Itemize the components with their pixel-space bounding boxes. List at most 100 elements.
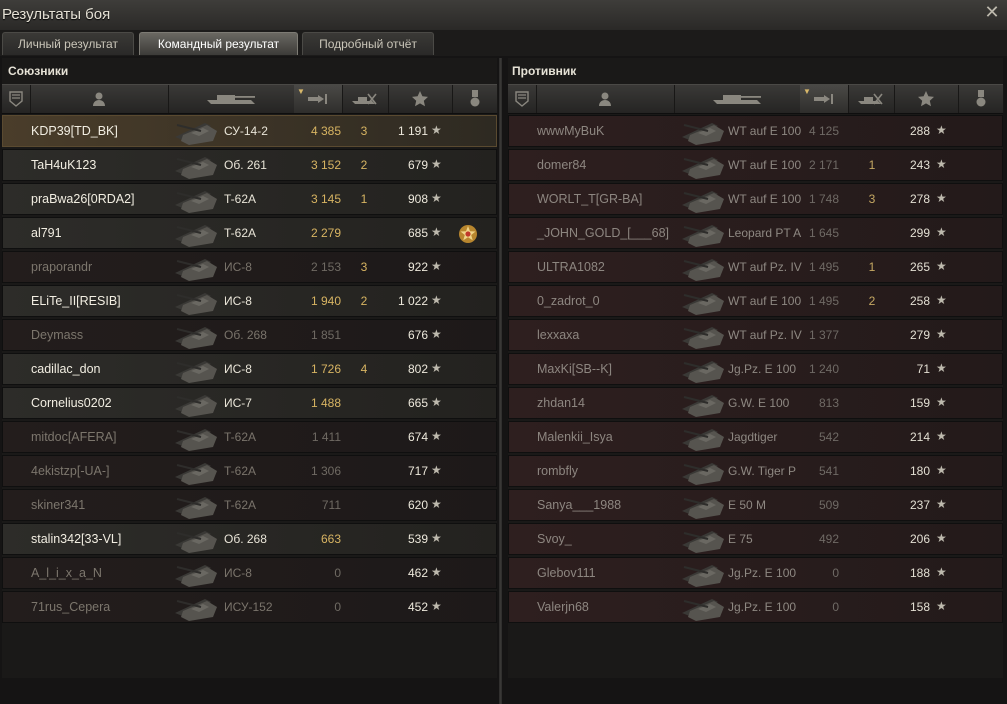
xp-star-icon: ★ [431,429,442,443]
damage-value: 542 [818,430,839,444]
damage-value: 1 748 [808,192,839,206]
table-row[interactable]: praBwa26[0RDA2] T-62A 3 145 1 908 ★ [2,183,497,215]
damage-value: 2 279 [310,226,341,240]
table-row[interactable]: TaH4uK123 Об. 261 3 152 2 679 ★ [2,149,497,181]
vehicle-name: T-62A [224,430,257,444]
player-icon [92,91,106,107]
table-row[interactable]: Valerjn68 Jg.Pz. E 100 0 158 ★ [508,591,1003,623]
vehicle-name: Об. 268 [224,532,267,546]
column-damage-header[interactable]: ▼ [800,85,849,113]
tank-icon [171,457,223,487]
table-row[interactable]: WORLT_T[GR-BA] WT auf E 100 1 748 3 278 ★ [508,183,1003,215]
table-row[interactable]: MaxKi[SB--K] Jg.Pz. E 100 1 240 71 ★ [508,353,1003,385]
tab-personal-result[interactable]: Личный результат [2,32,134,55]
table-row[interactable]: 0_zadrot_0 WT auf E 100 1 495 2 258 ★ [508,285,1003,317]
enemies-column-header: ▼ [508,84,1004,114]
table-row[interactable]: 71rus_Cepera ИСУ-152 0 452 ★ [2,591,497,623]
player-name: skiner341 [31,498,86,512]
table-row[interactable]: lexxaxa WT auf Pz. IV 1 377 279 ★ [508,319,1003,351]
table-row[interactable]: mitdoc[AFERA] T-62A 1 411 674 ★ [2,421,497,453]
medal-icon [975,90,987,108]
tank-icon [678,423,730,453]
table-row[interactable]: ELiTe_II[RESIB] ИС-8 1 940 2 1 022 ★ [2,285,497,317]
table-row[interactable]: wwwMyBuK WT auf E 100 4 125 288 ★ [508,115,1003,147]
table-row[interactable]: rombfly G.W. Tiger P 541 180 ★ [508,455,1003,487]
player-name: praBwa26[0RDA2] [31,192,135,206]
xp-star-icon: ★ [936,293,947,307]
table-row[interactable]: skiner341 T-62A 711 620 ★ [2,489,497,521]
table-row[interactable]: Sanya___1988 E 50 M 509 237 ★ [508,489,1003,521]
frags-value: 2 [868,294,876,308]
table-row[interactable]: Svoy_ E 75 492 206 ★ [508,523,1003,555]
player-name: Cornelius0202 [31,396,112,410]
player-name: 0_zadrot_0 [537,294,600,308]
xp-star-icon: ★ [431,327,442,341]
xp-star-icon: ★ [936,123,947,137]
table-row[interactable]: ULTRA1082 WT auf Pz. IV 1 495 1 265 ★ [508,251,1003,283]
player-name: zhdan14 [537,396,585,410]
xp-star-icon: ★ [431,191,442,205]
column-medal-header[interactable] [958,85,1004,113]
column-badge-header[interactable] [508,85,537,113]
xp-star-icon: ★ [431,225,442,239]
enemies-title: Противник [512,64,577,78]
vehicle-name: T-62A [224,464,257,478]
table-row[interactable]: 4ekistzp[-UA-] T-62A 1 306 717 ★ [2,455,497,487]
table-row[interactable]: cadillac_don ИС-8 1 726 4 802 ★ [2,353,497,385]
table-row[interactable]: Malenkii_Isya Jagdtiger 542 214 ★ [508,421,1003,453]
player-name: _JOHN_GOLD_[___68] [537,226,670,240]
column-xp-header[interactable] [388,85,453,113]
xp-value: 685 [407,226,428,240]
column-frags-header[interactable] [342,85,389,113]
tank-icon [171,185,223,215]
column-badge-header[interactable] [2,85,31,113]
vehicle-name: T-62A [224,226,257,240]
close-icon[interactable]: ✕ [983,3,1001,21]
column-medal-header[interactable] [452,85,498,113]
allies-column-header: ▼ [2,84,498,114]
column-player-header[interactable] [30,85,169,113]
player-name: Malenkii_Isya [537,430,613,444]
xp-star-icon: ★ [936,157,947,171]
tab-team-result[interactable]: Командный результат [139,32,298,55]
player-name: ELiTe_II[RESIB] [31,294,121,308]
table-row[interactable]: zhdan14 G.W. E 100 813 159 ★ [508,387,1003,419]
damage-value: 1 411 [311,430,341,444]
tank-icon [678,151,730,181]
column-xp-header[interactable] [894,85,959,113]
table-row[interactable]: Glebov111 Jg.Pz. E 100 0 188 ★ [508,557,1003,589]
xp-star-icon: ★ [936,531,947,545]
tank-icon [678,457,730,487]
table-row[interactable]: KDP39[TD_BK] СУ-14-2 4 385 3 1 191 ★ [2,115,497,147]
player-name: wwwMyBuK [537,124,605,138]
player-name: domer84 [537,158,587,172]
tank-icon [678,253,730,283]
sort-desc-icon: ▼ [297,87,305,96]
xp-value: 278 [909,192,930,206]
tank-icon [171,287,223,317]
vehicle-name: T-62A [224,192,257,206]
column-tank-header[interactable] [168,85,295,113]
xp-star-icon: ★ [936,463,947,477]
table-row[interactable]: stalin342[33-VL] Об. 268 663 539 ★ [2,523,497,555]
vehicle-name: T-62A [224,498,257,512]
frags-value: 1 [868,158,876,172]
table-row[interactable]: A_l_i_x_a_N ИС-8 0 462 ★ [2,557,497,589]
column-tank-header[interactable] [674,85,801,113]
xp-value: 243 [909,158,930,172]
player-name: MaxKi[SB--K] [537,362,613,376]
damage-value: 1 306 [310,464,341,478]
xp-star-icon: ★ [431,463,442,477]
table-row[interactable]: Deymass Об. 268 1 851 676 ★ [2,319,497,351]
table-row[interactable]: praporandr ИС-8 2 153 3 922 ★ [2,251,497,283]
table-row[interactable]: Cornelius0202 ИС-7 1 488 665 ★ [2,387,497,419]
table-row[interactable]: _JOHN_GOLD_[___68] Leopard PT A1 645 299 ★ [508,217,1003,249]
column-damage-header[interactable]: ▼ [294,85,343,113]
column-frags-header[interactable] [848,85,895,113]
tab-detailed-report[interactable]: Подробный отчёт [302,32,434,55]
frags-value: 1 [360,192,368,206]
table-row[interactable]: domer84 WT auf E 100 2 171 1 243 ★ [508,149,1003,181]
window-title: Результаты боя [2,6,111,23]
table-row[interactable]: al791 T-62A 2 279 685 ★ [2,217,497,249]
column-player-header[interactable] [536,85,675,113]
